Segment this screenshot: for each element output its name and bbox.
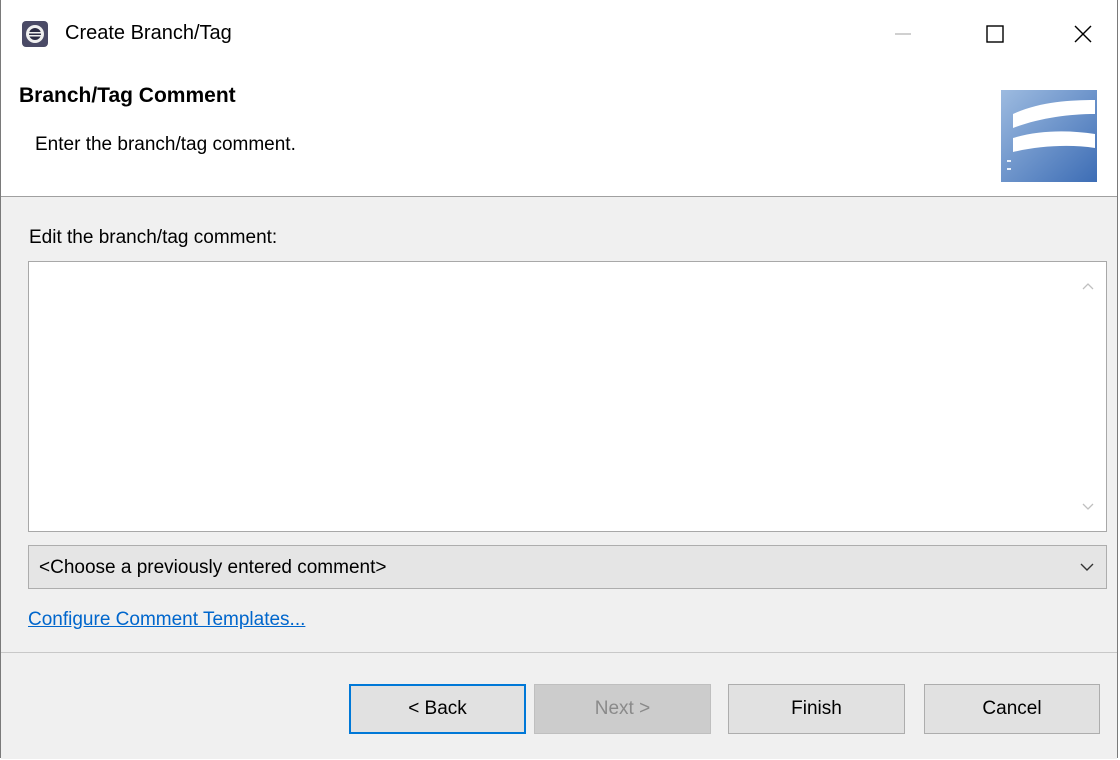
finish-button[interactable]: Finish (728, 684, 905, 734)
wizard-header: Branch/Tag Comment Enter the branch/tag … (1, 68, 1117, 197)
close-icon (1074, 25, 1092, 43)
chevron-down-icon (1076, 556, 1098, 578)
button-bar: < Back Next > Finish Cancel (1, 652, 1117, 759)
close-button[interactable] (1037, 0, 1120, 68)
window-title: Create Branch/Tag (65, 22, 232, 44)
minimize-icon (895, 33, 911, 35)
edit-comment-label: Edit the branch/tag comment: (29, 227, 278, 248)
next-button[interactable]: Next > (534, 684, 711, 734)
wizard-content: Edit the branch/tag comment: <Choose a p… (1, 197, 1117, 652)
scroll-down-icon[interactable] (1070, 489, 1106, 525)
previous-comment-dropdown[interactable]: <Choose a previously entered comment> (28, 545, 1107, 589)
configure-templates-link[interactable]: Configure Comment Templates... (28, 609, 305, 631)
dropdown-selected-value: <Choose a previously entered comment> (39, 557, 387, 578)
scroll-up-icon[interactable] (1070, 268, 1106, 304)
subversion-banner-logo (999, 88, 1119, 184)
title-bar[interactable]: Create Branch/Tag (1, 0, 1117, 68)
vertical-scrollbar[interactable] (1070, 262, 1106, 531)
maximize-icon (986, 25, 1004, 43)
eclipse-app-icon (21, 20, 49, 48)
page-title: Branch/Tag Comment (19, 84, 236, 107)
comment-text-area[interactable] (28, 261, 1107, 532)
cancel-button[interactable]: Cancel (924, 684, 1100, 734)
comment-input[interactable] (29, 262, 1069, 531)
page-description: Enter the branch/tag comment. (35, 134, 296, 155)
dialog-window: Create Branch/Tag Branch/Tag Comment Ent… (0, 0, 1118, 759)
back-button[interactable]: < Back (349, 684, 526, 734)
maximize-button[interactable] (949, 0, 1041, 68)
minimize-button[interactable] (857, 0, 949, 68)
